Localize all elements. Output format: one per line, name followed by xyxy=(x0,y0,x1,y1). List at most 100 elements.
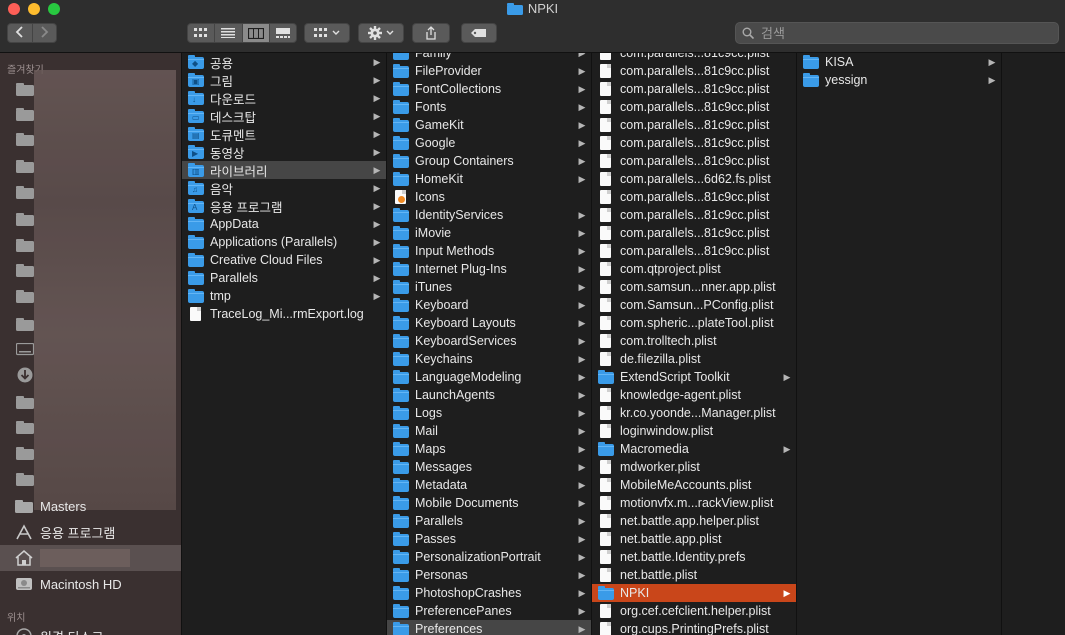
file-row[interactable]: com.parallels...81c9cc.plist xyxy=(592,188,796,206)
file-row[interactable]: com.parallels...81c9cc.plist xyxy=(592,224,796,242)
folder-row[interactable]: KISA ▶ xyxy=(797,53,1001,71)
folder-row[interactable]: FontCollections ▶ xyxy=(387,80,591,98)
folder-row[interactable]: Parallels ▶ xyxy=(387,512,591,530)
folder-row[interactable]: Keyboard Layouts ▶ xyxy=(387,314,591,332)
column-2[interactable]: Family▶FileProvider▶FontCollections▶Font… xyxy=(387,53,592,635)
column-5-empty[interactable] xyxy=(1002,53,1065,635)
folder-row[interactable]: Google ▶ xyxy=(387,134,591,152)
folder-row[interactable]: iMovie ▶ xyxy=(387,224,591,242)
folder-row[interactable]: ♫ 음악 ▶ xyxy=(182,179,386,197)
file-row[interactable]: com.parallels...6d62.fs.plist xyxy=(592,170,796,188)
folder-row[interactable]: iTunes ▶ xyxy=(387,278,591,296)
folder-row[interactable]: NPKI ▶ xyxy=(592,584,796,602)
file-row[interactable]: com.parallels...81c9cc.plist xyxy=(592,80,796,98)
file-row[interactable]: de.filezilla.plist xyxy=(592,350,796,368)
folder-row[interactable]: LanguageModeling ▶ xyxy=(387,368,591,386)
file-row[interactable]: com.spheric...plateTool.plist xyxy=(592,314,796,332)
file-row[interactable]: com.qtproject.plist xyxy=(592,260,796,278)
gallery-view-button[interactable] xyxy=(268,24,296,42)
file-row[interactable]: TraceLog_Mi...rmExport.log xyxy=(182,305,386,323)
folder-row[interactable]: PhotoshopCrashes ▶ xyxy=(387,584,591,602)
sidebar-item-home[interactable] xyxy=(0,545,181,571)
folder-row[interactable]: Internet Plug-Ins ▶ xyxy=(387,260,591,278)
file-row[interactable]: com.parallels...81c9cc.plist xyxy=(592,152,796,170)
file-row[interactable]: com.parallels...81c9cc.plist xyxy=(592,62,796,80)
file-row[interactable]: com.parallels...81c9cc.plist xyxy=(592,134,796,152)
folder-row[interactable]: ↓ 다운로드 ▶ xyxy=(182,89,386,107)
folder-row[interactable]: GameKit ▶ xyxy=(387,116,591,134)
file-row[interactable]: net.battle.app.helper.plist xyxy=(592,512,796,530)
folder-row[interactable]: Family ▶ xyxy=(387,53,591,62)
column-1[interactable]: ◆ 공용 ▶ ▣ 그림 ▶ ↓ 다운로드 ▶ ▭ 데스크탑 ▶ ▤ 도큐멘트 ▶ ▶ 동영상 ▶ ▥ 라이브러리 ▶ ♫ 음… xyxy=(182,53,387,635)
file-row[interactable]: loginwindow.plist xyxy=(592,422,796,440)
column-4[interactable]: KISA ▶ yessign ▶ xyxy=(797,53,1002,635)
folder-row[interactable]: Maps ▶ xyxy=(387,440,591,458)
tag-button[interactable] xyxy=(461,23,497,43)
file-row[interactable]: com.trolltech.plist xyxy=(592,332,796,350)
folder-row[interactable]: LaunchAgents ▶ xyxy=(387,386,591,404)
folder-row[interactable]: ▭ 데스크탑 ▶ xyxy=(182,107,386,125)
file-row[interactable]: com.samsun...nner.app.plist xyxy=(592,278,796,296)
folder-row[interactable]: Applications (Parallels) ▶ xyxy=(182,233,386,251)
file-row[interactable]: org.cef.cefclient.helper.plist xyxy=(592,602,796,620)
folder-row[interactable]: IdentityServices ▶ xyxy=(387,206,591,224)
folder-row[interactable]: Input Methods ▶ xyxy=(387,242,591,260)
file-row[interactable]: com.parallels...81c9cc.plist xyxy=(592,53,796,62)
folder-row[interactable]: FileProvider ▶ xyxy=(387,62,591,80)
file-row[interactable]: com.Samsun...PConfig.plist xyxy=(592,296,796,314)
file-row[interactable]: net.battle.Identity.prefs xyxy=(592,548,796,566)
search-field[interactable] xyxy=(735,22,1059,44)
back-button[interactable] xyxy=(8,24,32,42)
folder-row[interactable]: yessign ▶ xyxy=(797,71,1001,89)
action-menu-button[interactable] xyxy=(358,23,404,43)
sidebar-item-macintosh-hd[interactable]: Macintosh HD xyxy=(0,571,181,597)
column-3[interactable]: com.parallels...81c9cc.plist com.parallel… xyxy=(592,53,797,635)
folder-row[interactable]: A 응용 프로그램 ▶ xyxy=(182,197,386,215)
icon-view-button[interactable] xyxy=(188,24,214,42)
folder-row[interactable]: Mail ▶ xyxy=(387,422,591,440)
forward-button[interactable] xyxy=(31,24,57,42)
folder-row[interactable]: Preferences ▶ xyxy=(387,620,591,635)
file-row[interactable]: knowledge-agent.plist xyxy=(592,386,796,404)
list-view-button[interactable] xyxy=(214,24,241,42)
folder-row[interactable]: ▥ 라이브러리 ▶ xyxy=(182,161,386,179)
file-row[interactable]: mdworker.plist xyxy=(592,458,796,476)
folder-row[interactable]: Parallels ▶ xyxy=(182,269,386,287)
file-row[interactable]: com.parallels...81c9cc.plist xyxy=(592,116,796,134)
file-row[interactable]: com.parallels...81c9cc.plist xyxy=(592,98,796,116)
folder-row[interactable]: KeyboardServices ▶ xyxy=(387,332,591,350)
folder-row[interactable]: Logs ▶ xyxy=(387,404,591,422)
sidebar-item-masters[interactable]: Masters xyxy=(0,493,181,519)
arrange-menu-button[interactable] xyxy=(304,23,350,43)
folder-row[interactable]: Passes ▶ xyxy=(387,530,591,548)
folder-row[interactable]: AppData ▶ xyxy=(182,215,386,233)
folder-row[interactable]: ▣ 그림 ▶ xyxy=(182,71,386,89)
file-row[interactable]: MobileMeAccounts.plist xyxy=(592,476,796,494)
file-row[interactable]: Icons xyxy=(387,188,591,206)
folder-row[interactable]: Metadata ▶ xyxy=(387,476,591,494)
folder-row[interactable]: Creative Cloud Files ▶ xyxy=(182,251,386,269)
sidebar-item-remote-disc[interactable]: 원격 디스크 xyxy=(0,623,181,635)
file-row[interactable]: motionvfx.m...rackView.plist xyxy=(592,494,796,512)
folder-row[interactable]: ExtendScript Toolkit ▶ xyxy=(592,368,796,386)
file-row[interactable]: net.battle.app.plist xyxy=(592,530,796,548)
column-view-button[interactable] xyxy=(241,24,269,42)
folder-row[interactable]: ◆ 공용 ▶ xyxy=(182,53,386,71)
folder-row[interactable]: ▶ 동영상 ▶ xyxy=(182,143,386,161)
file-row[interactable]: kr.co.yoonde...Manager.plist xyxy=(592,404,796,422)
file-row[interactable]: com.parallels...81c9cc.plist xyxy=(592,242,796,260)
folder-row[interactable]: Fonts ▶ xyxy=(387,98,591,116)
folder-row[interactable]: Mobile Documents ▶ xyxy=(387,494,591,512)
folder-row[interactable]: ▤ 도큐멘트 ▶ xyxy=(182,125,386,143)
sidebar-item-applications[interactable]: 응용 프로그램 xyxy=(0,519,181,545)
search-input[interactable] xyxy=(759,24,1043,42)
folder-row[interactable]: tmp ▶ xyxy=(182,287,386,305)
folder-row[interactable]: HomeKit ▶ xyxy=(387,170,591,188)
folder-row[interactable]: Group Containers ▶ xyxy=(387,152,591,170)
folder-row[interactable]: PersonalizationPortrait ▶ xyxy=(387,548,591,566)
folder-row[interactable]: Keyboard ▶ xyxy=(387,296,591,314)
file-row[interactable]: com.parallels...81c9cc.plist xyxy=(592,206,796,224)
file-row[interactable]: org.cups.PrintingPrefs.plist xyxy=(592,620,796,635)
folder-row[interactable]: Personas ▶ xyxy=(387,566,591,584)
file-row[interactable]: net.battle.plist xyxy=(592,566,796,584)
